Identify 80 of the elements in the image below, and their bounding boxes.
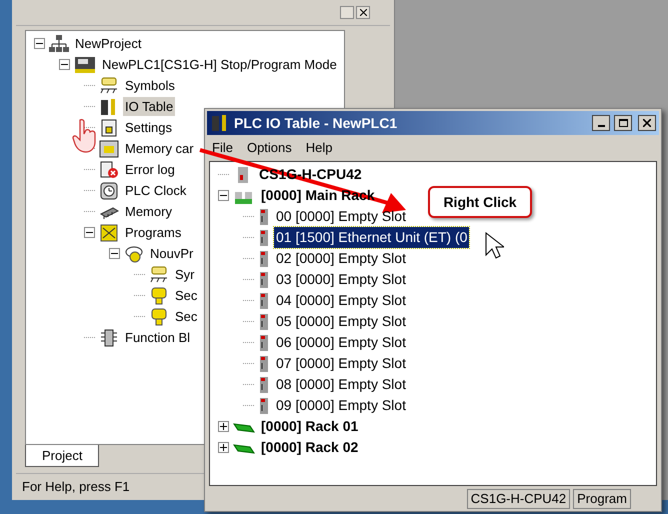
tree-item[interactable]: Error log xyxy=(123,160,177,180)
minus-icon xyxy=(220,192,227,199)
module-icon xyxy=(258,376,270,394)
tree-item[interactable]: 07 [0000] Empty Slot xyxy=(274,353,408,374)
close-button[interactable] xyxy=(356,6,370,19)
tree-item[interactable]: 06 [0000] Empty Slot xyxy=(274,332,408,353)
maximize-button[interactable] xyxy=(614,115,632,131)
tree-item[interactable]: 09 [0000] Empty Slot xyxy=(274,395,408,416)
tree-item[interactable]: Function Bl xyxy=(123,328,192,348)
tab[interactable]: Project xyxy=(25,445,100,467)
tree-item[interactable]: IO Table xyxy=(123,96,176,116)
module-icon xyxy=(258,334,270,352)
module-icon xyxy=(258,228,270,246)
tree-item[interactable]: Symbols xyxy=(123,76,177,96)
minus-icon xyxy=(86,229,93,236)
module-icon xyxy=(258,250,270,268)
tree-item[interactable]: Memory xyxy=(123,202,174,222)
close-icon xyxy=(360,9,366,16)
tree-item[interactable]: 04 [0000] Empty Slot xyxy=(274,290,408,311)
tree-item[interactable]: NewProject xyxy=(73,34,144,54)
module-icon xyxy=(258,270,270,288)
folder-card-icon xyxy=(99,140,119,158)
pointer-cursor-icon xyxy=(484,232,504,260)
tree-item[interactable]: Programs xyxy=(123,222,184,242)
tree-item[interactable]: PLC Clock xyxy=(123,180,188,200)
hand-cursor-icon xyxy=(72,118,98,154)
minimize-button[interactable] xyxy=(592,115,610,131)
network-icon xyxy=(49,34,69,52)
tree-item[interactable]: 08 [0000] Empty Slot xyxy=(274,374,408,395)
plus-icon xyxy=(220,444,227,451)
tree-item[interactable]: Settings xyxy=(123,118,174,138)
expand-toggle[interactable] xyxy=(34,38,45,49)
close-button[interactable] xyxy=(638,115,656,131)
tree-item[interactable]: NewPLC1[CS1G-H] Stop/Program Mode xyxy=(100,54,339,74)
section-icon xyxy=(149,308,169,326)
menu-item[interactable]: Options xyxy=(242,138,297,158)
status-panel: Program xyxy=(573,489,631,509)
tree-item[interactable]: Memory car xyxy=(123,138,196,158)
tree-item[interactable]: 05 [0000] Empty Slot xyxy=(274,311,408,332)
tree-item[interactable]: Sec xyxy=(173,306,200,326)
clock-icon xyxy=(99,182,119,200)
window-title: PLC IO Table - NewPLC1 xyxy=(234,114,398,132)
callout-bubble: Right Click xyxy=(428,186,532,218)
expand-toggle[interactable] xyxy=(84,227,95,238)
expand-toggle[interactable] xyxy=(218,442,229,453)
expand-toggle[interactable] xyxy=(218,421,229,432)
tree-item[interactable]: 00 [0000] Empty Slot xyxy=(274,206,408,227)
section-icon xyxy=(149,286,169,304)
menu-item[interactable]: File xyxy=(207,138,238,158)
module-icon xyxy=(258,312,270,330)
tree-item[interactable]: 01 [1500] Ethernet Unit (ET) (0 xyxy=(274,227,470,248)
plc-icon xyxy=(74,56,96,74)
tree-item[interactable]: NouvPr xyxy=(148,244,196,264)
notepad-icon xyxy=(99,118,119,136)
status-panel: CS1G-H-CPU42 xyxy=(466,489,570,509)
plus-icon xyxy=(220,423,227,430)
tag-icon xyxy=(149,266,169,284)
expand-toggle[interactable] xyxy=(109,248,120,259)
error-log-icon xyxy=(99,160,119,178)
close-icon xyxy=(643,119,651,127)
module-icon xyxy=(258,354,270,372)
programs-icon xyxy=(99,224,119,242)
minus-icon xyxy=(61,61,68,68)
expand-toggle[interactable] xyxy=(59,59,70,70)
tree-item[interactable]: [0000] Rack 01 xyxy=(259,416,360,437)
tree-item[interactable]: 03 [0000] Empty Slot xyxy=(274,269,408,290)
tree-item[interactable]: 02 [0000] Empty Slot xyxy=(274,248,408,269)
minus-icon xyxy=(36,40,43,47)
tree-item[interactable]: [0000] Rack 02 xyxy=(259,437,360,458)
module-icon xyxy=(258,208,270,226)
tree-item[interactable]: Syr xyxy=(173,264,196,284)
tag-icon xyxy=(99,76,119,94)
module-icon xyxy=(258,292,270,310)
minus-icon xyxy=(111,250,118,257)
menu-item[interactable]: Help xyxy=(300,138,338,158)
task-icon xyxy=(124,244,144,262)
module-icon xyxy=(258,396,270,414)
expand-toggle[interactable] xyxy=(218,190,229,201)
chip-icon xyxy=(99,328,119,346)
tree-item[interactable]: Sec xyxy=(173,286,200,306)
